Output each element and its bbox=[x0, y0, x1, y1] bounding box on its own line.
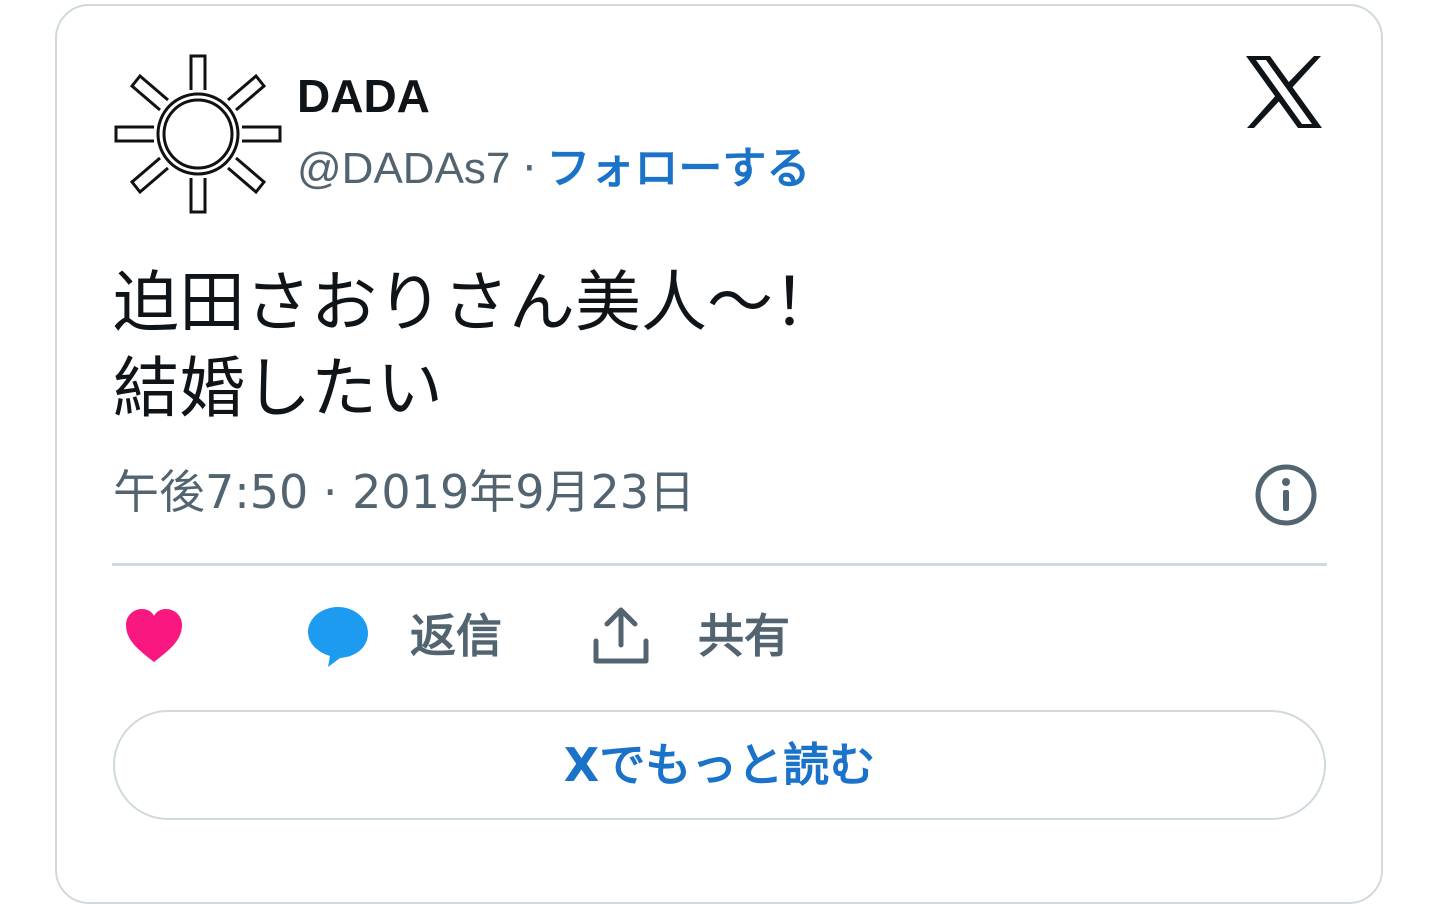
divider bbox=[112, 563, 1327, 566]
avatar[interactable] bbox=[112, 50, 284, 218]
separator-dot: · bbox=[522, 143, 537, 194]
display-name[interactable]: DADA bbox=[297, 68, 430, 124]
info-icon[interactable] bbox=[1254, 463, 1318, 527]
heart-icon bbox=[126, 609, 182, 662]
user-handle[interactable]: @DADAs7 bbox=[297, 144, 510, 193]
share-upload-icon bbox=[593, 607, 649, 664]
speech-bubble-icon bbox=[308, 607, 368, 667]
x-logo-icon[interactable] bbox=[1244, 54, 1324, 130]
tweet-text: 迫田さおりさん美人〜！ 結婚したい bbox=[113, 264, 839, 427]
reply-label: 返信 bbox=[410, 609, 502, 663]
reply-button[interactable]: 返信 bbox=[306, 600, 502, 672]
read-more-label: Xでもっと読む bbox=[563, 738, 876, 792]
like-button[interactable] bbox=[122, 600, 186, 672]
share-label: 共有 bbox=[698, 609, 790, 663]
read-more-button[interactable]: Xでもっと読む bbox=[113, 710, 1326, 820]
follow-link[interactable]: フォローする bbox=[546, 143, 810, 194]
handle-row: @DADAs7 · フォローする bbox=[297, 141, 810, 197]
share-button[interactable]: 共有 bbox=[590, 600, 790, 672]
tweet-timestamp[interactable]: 午後7:50 · 2019年9月23日 bbox=[113, 462, 695, 522]
